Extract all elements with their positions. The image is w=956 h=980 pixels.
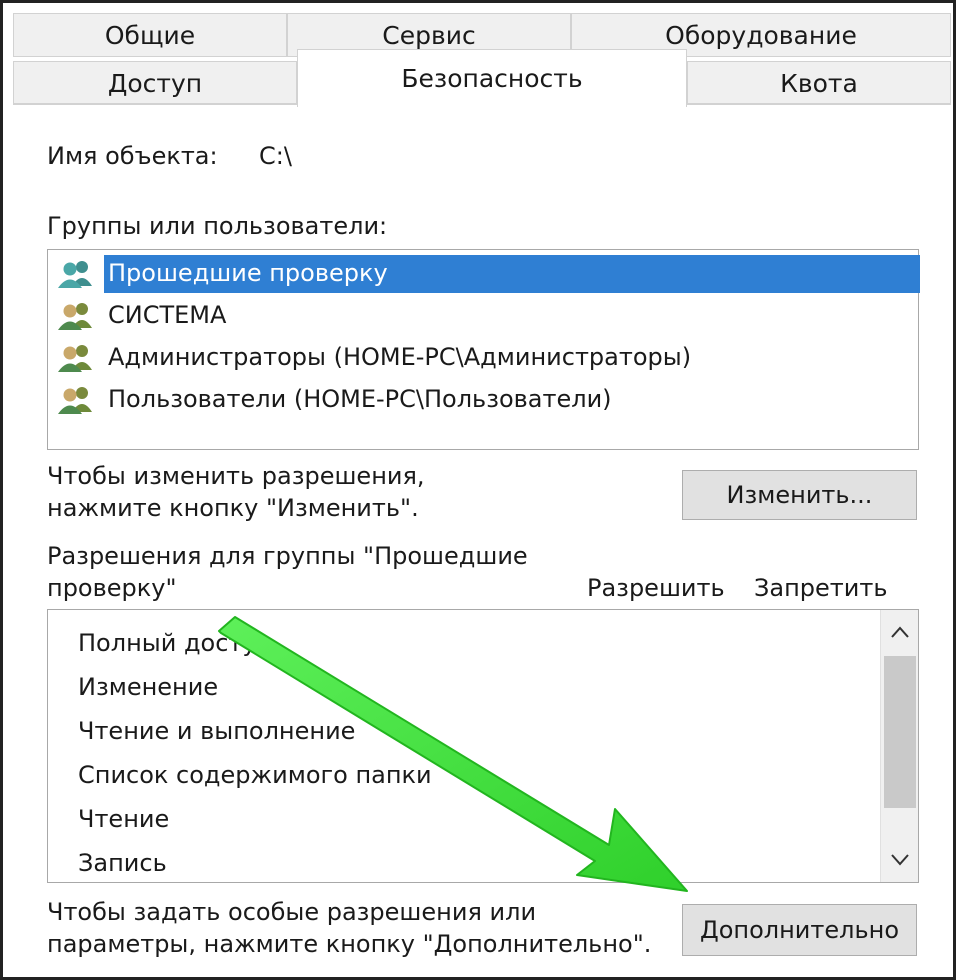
users-group-icon — [56, 300, 96, 332]
group-item-label: СИСТЕМА — [108, 301, 227, 329]
users-group-icon — [56, 342, 96, 374]
tab-quota[interactable]: Квота — [687, 61, 951, 105]
permissions-title-line2: проверку" — [47, 574, 177, 602]
change-button[interactable]: Изменить... — [682, 470, 917, 520]
permission-item: Список содержимого папки — [78, 761, 432, 789]
scroll-up-icon[interactable] — [881, 610, 918, 654]
tab-sharing[interactable]: Доступ — [13, 61, 297, 105]
change-hint-line2: нажмите кнопку "Изменить". — [47, 494, 419, 522]
permission-item: Запись — [78, 849, 167, 877]
advanced-hint-line1: Чтобы задать особые разрешения или — [47, 898, 537, 926]
column-allow-header: Разрешить — [587, 574, 725, 602]
object-name-label: Имя объекта: — [47, 142, 218, 170]
advanced-hint-line2: параметры, нажмите кнопку "Дополнительно… — [47, 930, 652, 958]
group-item[interactable]: Прошедшие проверку — [56, 254, 920, 294]
change-hint-line1: Чтобы изменить разрешения, — [47, 462, 425, 490]
permission-item: Чтение и выполнение — [78, 717, 356, 745]
group-item-label: Прошедшие проверку — [104, 255, 920, 293]
group-item[interactable]: Пользователи (HOME-PC\Пользователи) — [56, 380, 618, 420]
object-name-value: C:\ — [259, 142, 292, 170]
group-item[interactable]: Администраторы (HOME-PC\Администраторы) — [56, 338, 697, 378]
permission-item: Чтение — [78, 805, 170, 833]
permissions-listbox[interactable]: Полный доступ Изменение Чтение и выполне… — [47, 609, 919, 883]
permissions-scrollbar[interactable] — [880, 610, 918, 882]
groups-listbox[interactable]: Прошедшие проверку СИСТЕМА Администратор… — [47, 249, 920, 450]
column-deny-header: Запретить — [754, 574, 888, 602]
permission-item: Изменение — [78, 673, 219, 701]
properties-dialog: Общие Сервис Оборудование Доступ Квота Б… — [0, 0, 956, 980]
tab-general[interactable]: Общие — [13, 13, 287, 57]
scroll-down-icon[interactable] — [881, 838, 918, 882]
group-item-label: Пользователи (HOME-PC\Пользователи) — [108, 385, 612, 413]
tab-security[interactable]: Безопасность — [297, 49, 687, 107]
permissions-title-line1: Разрешения для группы "Прошедшие — [47, 542, 528, 570]
permission-item: Полный доступ — [78, 629, 273, 657]
group-item-label: Администраторы (HOME-PC\Администраторы) — [108, 343, 692, 371]
users-group-icon — [56, 384, 96, 416]
groups-label: Группы или пользователи: — [47, 212, 388, 240]
advanced-button[interactable]: Дополнительно — [682, 904, 917, 956]
group-item[interactable]: СИСТЕМА — [56, 296, 232, 336]
scrollbar-thumb[interactable] — [884, 656, 916, 808]
users-group-icon — [56, 258, 96, 290]
